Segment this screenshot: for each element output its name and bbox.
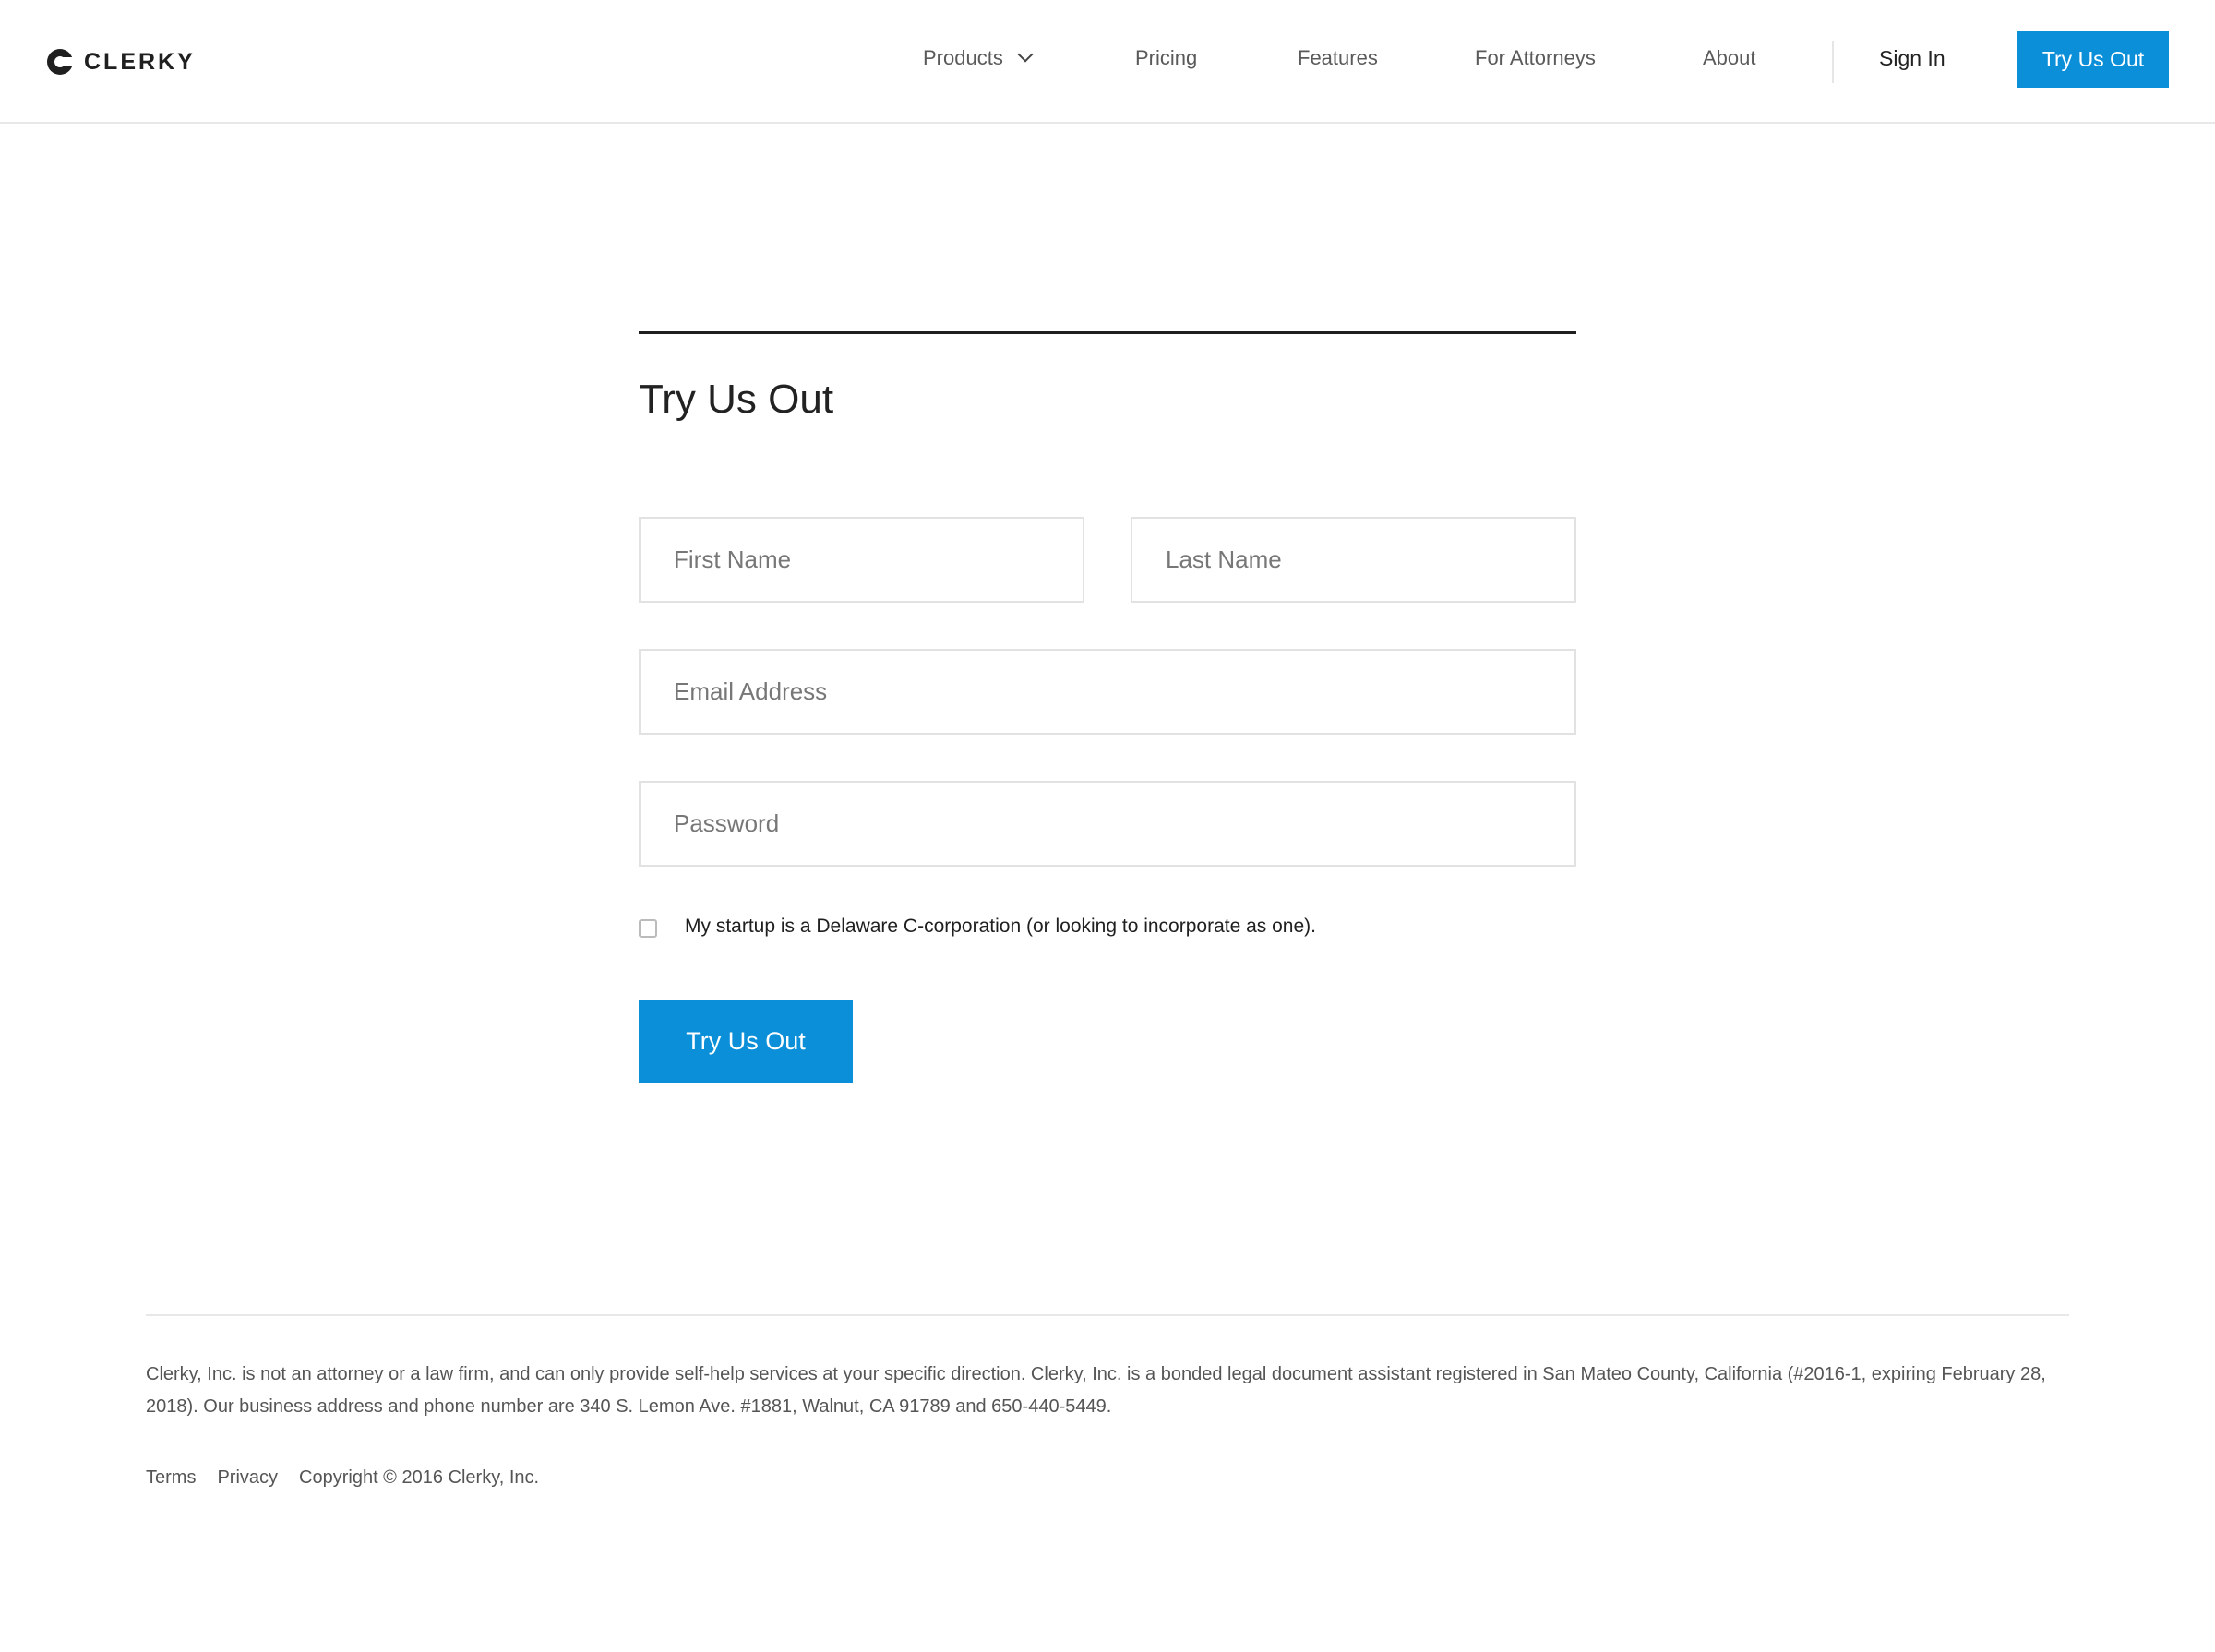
delaware-c-corp-checkbox[interactable] xyxy=(639,919,657,938)
chevron-down-icon xyxy=(1017,46,1034,63)
page-title: Try Us Out xyxy=(639,377,834,422)
password-input[interactable] xyxy=(639,781,1576,867)
copyright-text: Copyright © 2016 Clerky, Inc. xyxy=(299,1467,540,1488)
delaware-c-corp-label[interactable]: My startup is a Delaware C-corporation (… xyxy=(685,916,1316,938)
nav-for-attorneys[interactable]: For Attorneys xyxy=(1475,46,1596,70)
first-name-input[interactable] xyxy=(639,517,1084,603)
nav-about[interactable]: About xyxy=(1703,46,1756,70)
form-top-rule xyxy=(639,331,1576,334)
nav-pricing[interactable]: Pricing xyxy=(1135,46,1197,70)
clerky-logo[interactable]: CLERKY xyxy=(47,48,196,76)
footer-privacy-link[interactable]: Privacy xyxy=(217,1467,278,1489)
footer-rule xyxy=(146,1314,2069,1316)
nav-products-label: Products xyxy=(923,46,1003,69)
try-us-out-submit-button[interactable]: Try Us Out xyxy=(639,1000,853,1083)
header-try-us-out-button[interactable]: Try Us Out xyxy=(2017,31,2169,88)
nav-products[interactable]: Products xyxy=(923,46,1034,70)
email-input[interactable] xyxy=(639,649,1576,735)
sign-in-link[interactable]: Sign In xyxy=(1879,46,1946,71)
clerky-logo-icon xyxy=(47,49,75,75)
site-header: CLERKY Products Pricing Features For Att… xyxy=(0,0,2215,124)
logo-text: CLERKY xyxy=(84,48,196,75)
nav-divider xyxy=(1832,41,1834,83)
last-name-input[interactable] xyxy=(1131,517,1576,603)
footer-terms-link[interactable]: Terms xyxy=(146,1467,196,1489)
footer-links: Terms Privacy Copyright © 2016 Clerky, I… xyxy=(146,1467,539,1489)
legal-disclaimer: Clerky, Inc. is not an attorney or a law… xyxy=(146,1364,2046,1417)
nav-features[interactable]: Features xyxy=(1298,46,1378,70)
